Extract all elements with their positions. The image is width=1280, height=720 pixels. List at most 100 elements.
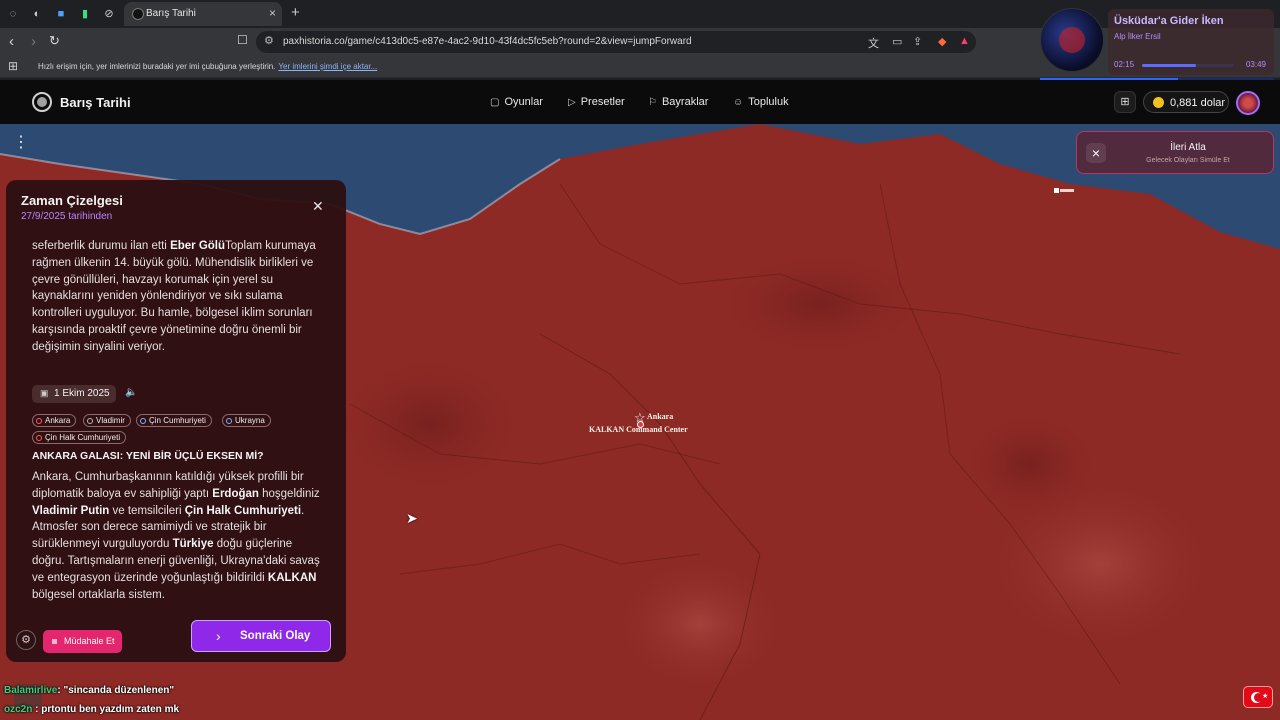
rewards-icon[interactable]: ▲ <box>959 35 970 47</box>
event-text-1: seferberlik durumu ilan etti Eber GölüTo… <box>32 238 322 356</box>
event-1-text-a: seferberlik durumu ilan etti <box>32 240 171 252</box>
flag-star: ★ <box>1262 693 1269 700</box>
speaker-icon[interactable]: 🔈 <box>125 387 137 398</box>
pinned-tab-3[interactable]: ■ <box>52 5 70 23</box>
skip-forward-panel[interactable]: × İleri Atla Gelecek Olayları Simüle Et <box>1076 131 1274 174</box>
calendar-icon: ▣ <box>40 388 49 398</box>
user-avatar[interactable] <box>1236 91 1260 115</box>
tab-close-icon[interactable]: × <box>269 6 276 20</box>
turkey-flag-icon[interactable]: ★ <box>1243 686 1273 708</box>
pinned-tab-2[interactable]: ◐ <box>28 5 46 23</box>
event-2-bold-b: Vladimir Putin <box>32 504 110 517</box>
event-2-text-f: bölgesel ortaklarla sistem. <box>32 588 165 601</box>
nav-oyunlar-label: Oyunlar <box>504 96 543 108</box>
reload-button[interactable]: ↻ <box>49 33 60 49</box>
event-2-bold-d: Türkiye <box>172 538 214 551</box>
intervene-label: Müdahale Et <box>64 636 115 646</box>
balance-display[interactable]: 0,881 dolar <box>1143 91 1229 113</box>
event-2-bold-a: Erdoğan <box>212 487 259 500</box>
share-icon[interactable]: ⇪ <box>913 35 922 48</box>
settings-gear-icon[interactable]: ⚙ <box>16 630 36 650</box>
nav-oyunlar[interactable]: ▢ Oyunlar <box>490 96 543 108</box>
tag-vladimir[interactable]: Vladimir <box>83 414 131 427</box>
tag-vladimir-label: Vladimir <box>96 416 125 425</box>
gamepad-icon: ▢ <box>490 97 500 108</box>
timeline-scroll-area[interactable]: seferberlik durumu ilan etti Eber GölüTo… <box>6 236 346 616</box>
tag-dot <box>36 435 42 441</box>
intervene-icon <box>52 639 57 644</box>
tag-dot <box>87 418 93 424</box>
close-icon[interactable]: × <box>1086 143 1106 163</box>
album-art-center <box>1059 27 1085 53</box>
next-event-button[interactable]: › Sonraki Olay <box>191 620 331 652</box>
cast-icon[interactable]: ▭ <box>892 35 902 48</box>
skip-forward-title: İleri Atla <box>1170 142 1206 153</box>
pinned-tab-1[interactable]: ◌ <box>4 5 22 23</box>
time-total: 03:49 <box>1245 60 1266 69</box>
event-1-bold-a: Eber Gölü <box>170 240 226 252</box>
event-2-text-b: hoşgeldiniz <box>258 487 320 500</box>
chat-text: : prtontu ben yazdım zaten mk <box>32 704 180 715</box>
gift-button[interactable]: ⊞ <box>1114 91 1136 113</box>
tab-favicon-icon <box>132 8 144 20</box>
event-text-2: Ankara, Cumhurbaşkanının katıldığı yükse… <box>32 469 322 603</box>
timeline-title: Zaman Çizelgesi <box>21 193 123 208</box>
tag-cin-cumhuriyeti[interactable]: Çin Cumhuriyeti <box>136 414 212 427</box>
users-icon: ☺ <box>733 97 744 108</box>
forward-button[interactable]: › <box>31 33 36 50</box>
back-button[interactable]: ‹ <box>9 33 14 50</box>
next-event-label: Sonraki Olay <box>240 630 311 642</box>
active-tab[interactable]: Barış Tarihi × <box>124 2 282 26</box>
tag-ankara[interactable]: Ankara <box>32 414 77 427</box>
chat-message: ozc2n : prtontu ben yazdım zaten mk <box>4 704 179 715</box>
command-center-label: KALKAN Command Center <box>589 425 688 434</box>
nav-presetler-label: Presetler <box>580 96 625 108</box>
url-text: paxhistoria.co/game/c413d0c5-e87e-4ac2-9… <box>283 36 692 47</box>
gift-icon: ⊞ <box>1120 96 1130 108</box>
address-bar[interactable]: ⚙ paxhistoria.co/game/c413d0c5-e87e-4ac2… <box>256 31 976 53</box>
album-art <box>1040 8 1104 72</box>
pinned-tab-4[interactable]: ▮ <box>76 5 94 23</box>
import-bookmarks-link[interactable]: Yer imlerini şimdi içe aktar... <box>278 62 377 71</box>
app-header: Barış Tarihi ▢ Oyunlar ▷ Presetler ⚐ Bayrak… <box>0 80 1280 124</box>
globe-logo-icon[interactable] <box>32 92 52 112</box>
tag-dot <box>140 418 146 424</box>
site-info-icon[interactable]: ⚙ <box>264 34 274 47</box>
tab-title: Barış Tarihi <box>146 8 196 19</box>
nav-topluluk[interactable]: ☺ Topluluk <box>733 96 789 108</box>
chevron-right-icon: › <box>216 628 221 644</box>
play-icon: ▷ <box>568 97 576 108</box>
event-2-text-c: ve temsilcileri <box>109 504 185 517</box>
event-date-chip: ▣ 1 Ekim 2025 <box>32 385 116 403</box>
bookmark-star-icon[interactable]: ☐ <box>237 33 248 47</box>
map-menu-button[interactable]: ⋮ <box>10 132 32 156</box>
new-tab-button[interactable]: + <box>291 4 300 21</box>
timeline-close-icon[interactable]: ✕ <box>312 198 324 215</box>
marker-bar <box>1060 189 1074 192</box>
map-small-marker[interactable] <box>1054 188 1076 195</box>
flag-icon: ⚐ <box>648 97 657 108</box>
tag-dot <box>226 418 232 424</box>
intervene-button[interactable]: Müdahale Et <box>43 630 122 653</box>
nav-presetler[interactable]: ▷ Presetler <box>568 96 625 108</box>
now-playing-overlay: Üsküdar'a Gider İken Alp İlker Ersil 02:… <box>1040 6 1274 82</box>
apps-grid-icon[interactable]: ⊞ <box>8 59 18 73</box>
tag-ankara-label: Ankara <box>45 416 71 425</box>
nav-bayraklar[interactable]: ⚐ Bayraklar <box>648 96 708 108</box>
translate-icon[interactable]: 文 <box>868 35 879 51</box>
stream-chat-overlay: Balamirlive: "sincanda düzenlenen" ozc2n… <box>4 684 404 718</box>
tag-cin-halk-cumhuriyeti[interactable]: Çin Halk Cumhuriyeti <box>32 431 127 444</box>
timeline-panel: Zaman Çizelgesi 27/9/2025 tarihinden ✕ s… <box>6 180 346 662</box>
event-2-bold-c: Çin Halk Cumhuriyeti <box>184 504 302 517</box>
chat-username: Balamirlive <box>4 685 58 696</box>
pinned-tab-5[interactable]: ⊘ <box>100 5 118 23</box>
tag-ukrayna[interactable]: Ukrayna <box>222 414 271 427</box>
event-headline: ANKARA GALASI: YENİ BİR ÜÇLÜ EKSEN Mİ? <box>32 450 264 462</box>
mouse-cursor-icon: ➤ <box>406 510 418 526</box>
brand-name[interactable]: Barış Tarihi <box>60 95 131 110</box>
brave-shield-icon[interactable]: ◆ <box>938 35 946 48</box>
chat-username: ozc2n <box>4 704 33 715</box>
timeline-footer: ⚙ Müdahale Et › Sonraki Olay <box>6 616 346 662</box>
tag-ukrayna-label: Ukrayna <box>235 416 265 425</box>
marker-square <box>1054 188 1059 193</box>
